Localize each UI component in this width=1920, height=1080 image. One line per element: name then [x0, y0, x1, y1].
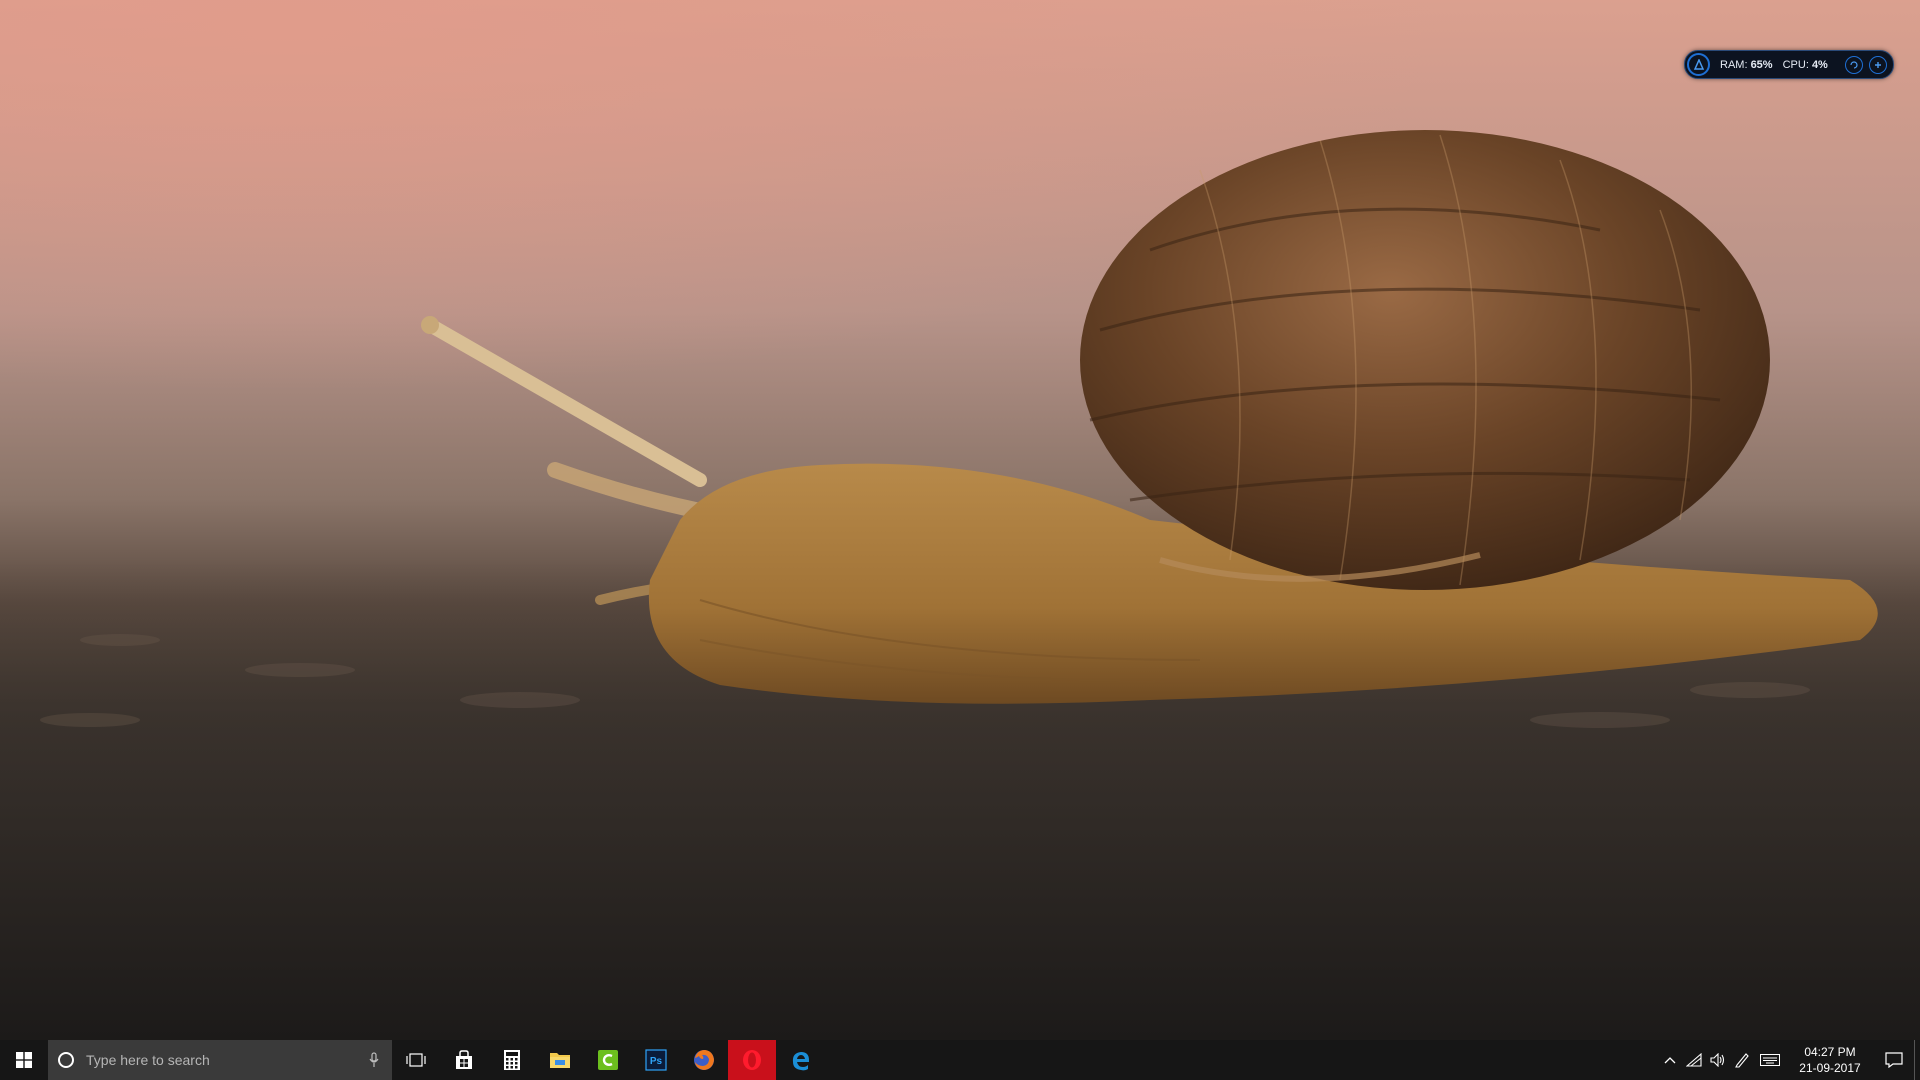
opera-app[interactable] — [728, 1040, 776, 1080]
clock-date: 21-09-2017 — [1799, 1061, 1861, 1075]
cpu-value: 4% — [1811, 58, 1828, 71]
system-tray: 04:27 PM 21-09-2017 — [1658, 1040, 1920, 1080]
action-center-button[interactable] — [1874, 1040, 1914, 1080]
wallpaper-image — [0, 0, 1920, 1040]
cpu-usage: CPU: 4% — [1783, 59, 1828, 71]
store-app[interactable] — [440, 1040, 488, 1080]
edge-icon — [792, 1052, 809, 1071]
show-hidden-icons-chevron-icon[interactable] — [1658, 1040, 1682, 1080]
notification-icon — [1885, 1052, 1903, 1068]
firefox-app[interactable] — [680, 1040, 728, 1080]
firefox-icon — [694, 1050, 714, 1070]
folder-icon — [550, 1053, 570, 1068]
task-view-icon — [406, 1053, 426, 1067]
task-view-button[interactable] — [392, 1040, 440, 1080]
search-box[interactable]: Type here to search — [48, 1040, 392, 1080]
clock[interactable]: 04:27 PM 21-09-2017 — [1790, 1044, 1870, 1076]
photoshop-icon-label: Ps — [650, 1056, 663, 1067]
ram-label: RAM: — [1720, 58, 1748, 71]
photoshop-icon: Ps — [645, 1049, 667, 1071]
file-explorer-app[interactable] — [536, 1040, 584, 1080]
taskbar: Type here to search Ps 04:27 PM 21-09-20… — [0, 1040, 1920, 1080]
start-button[interactable] — [0, 1040, 48, 1080]
monitor-logo-icon[interactable] — [1687, 53, 1710, 76]
photoshop-app[interactable]: Ps — [632, 1040, 680, 1080]
calculator-icon — [504, 1050, 520, 1070]
desktop-wallpaper — [0, 0, 1920, 1040]
store-bag-icon — [456, 1050, 472, 1069]
touch-keyboard-icon[interactable] — [1754, 1040, 1786, 1080]
search-placeholder: Type here to search — [86, 1052, 210, 1068]
calculator-app[interactable] — [488, 1040, 536, 1080]
system-monitor-widget: RAM: 65% CPU: 4% — [1684, 50, 1894, 79]
camtasia-icon — [598, 1050, 618, 1070]
optimize-icon[interactable] — [1845, 55, 1863, 74]
edge-app[interactable] — [776, 1040, 824, 1080]
ram-usage: RAM: 65% — [1720, 59, 1773, 71]
ram-value: 65% — [1750, 58, 1773, 71]
expand-plus-icon[interactable] — [1869, 55, 1887, 74]
network-icon[interactable] — [1682, 1040, 1706, 1080]
pen-workspace-icon[interactable] — [1730, 1040, 1754, 1080]
cpu-label: CPU: — [1782, 58, 1809, 71]
clock-time: 04:27 PM — [1804, 1045, 1856, 1059]
show-desktop-button[interactable] — [1914, 1040, 1920, 1080]
microphone-icon[interactable] — [362, 1052, 386, 1068]
windows-logo-icon — [16, 1052, 32, 1068]
opera-icon — [743, 1050, 761, 1070]
cortana-icon — [58, 1052, 74, 1068]
volume-icon[interactable] — [1706, 1040, 1730, 1080]
camtasia-app[interactable] — [584, 1040, 632, 1080]
